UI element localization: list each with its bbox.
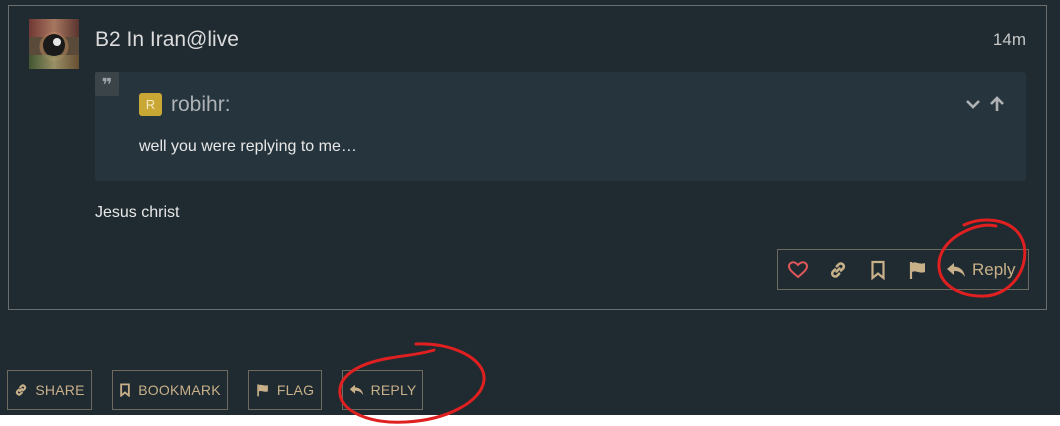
post: B2 In Iran@live 14m ❞ R robihr: well you… (8, 5, 1047, 310)
post-actions: Reply (777, 249, 1029, 290)
like-button[interactable] (778, 250, 818, 289)
share-button[interactable]: SHARE (7, 370, 92, 410)
bookmark-button[interactable] (858, 250, 898, 289)
bookmark-icon (871, 260, 885, 280)
reply-topic-button[interactable]: REPLY (342, 370, 423, 410)
heart-icon (788, 260, 808, 278)
flag-label: FLAG (276, 382, 315, 398)
copy-link-button[interactable] (818, 250, 858, 289)
flag-icon (909, 261, 925, 279)
topic-footer-buttons: SHARE BOOKMARK FLAG REPLY (0, 370, 1060, 410)
quote-block: ❞ R robihr: well you were replying to me… (95, 72, 1026, 181)
quote-author[interactable]: robihr: (171, 93, 231, 117)
bookmark-icon (120, 383, 130, 397)
post-username[interactable]: B2 In Iran@live (95, 28, 239, 52)
avatar[interactable] (29, 19, 79, 69)
reply-icon (947, 262, 965, 277)
post-timestamp[interactable]: 14m (993, 30, 1026, 50)
reply-label: Reply (972, 259, 1016, 279)
quote-text: well you were replying to me… (139, 138, 357, 155)
quote-controls (964, 95, 1006, 113)
chevron-down-icon[interactable] (964, 95, 982, 113)
post-body: Jesus christ (95, 204, 180, 221)
bookmark-topic-button[interactable]: BOOKMARK (112, 370, 228, 410)
share-label: SHARE (35, 382, 85, 398)
reply-button[interactable]: Reply (938, 250, 1025, 289)
flag-icon (257, 384, 268, 397)
reply-icon (349, 384, 363, 396)
reply-topic-label: REPLY (370, 382, 417, 398)
topic-view: B2 In Iran@live 14m ❞ R robihr: well you… (0, 0, 1060, 415)
link-icon (830, 261, 846, 278)
arrow-up-icon[interactable] (988, 95, 1006, 113)
flag-button[interactable] (898, 250, 938, 289)
quote-icon: ❞ (95, 72, 119, 96)
flag-topic-button[interactable]: FLAG (248, 370, 322, 410)
link-icon (16, 384, 27, 396)
quote-avatar[interactable]: R (139, 93, 162, 116)
bookmark-label: BOOKMARK (138, 382, 221, 398)
